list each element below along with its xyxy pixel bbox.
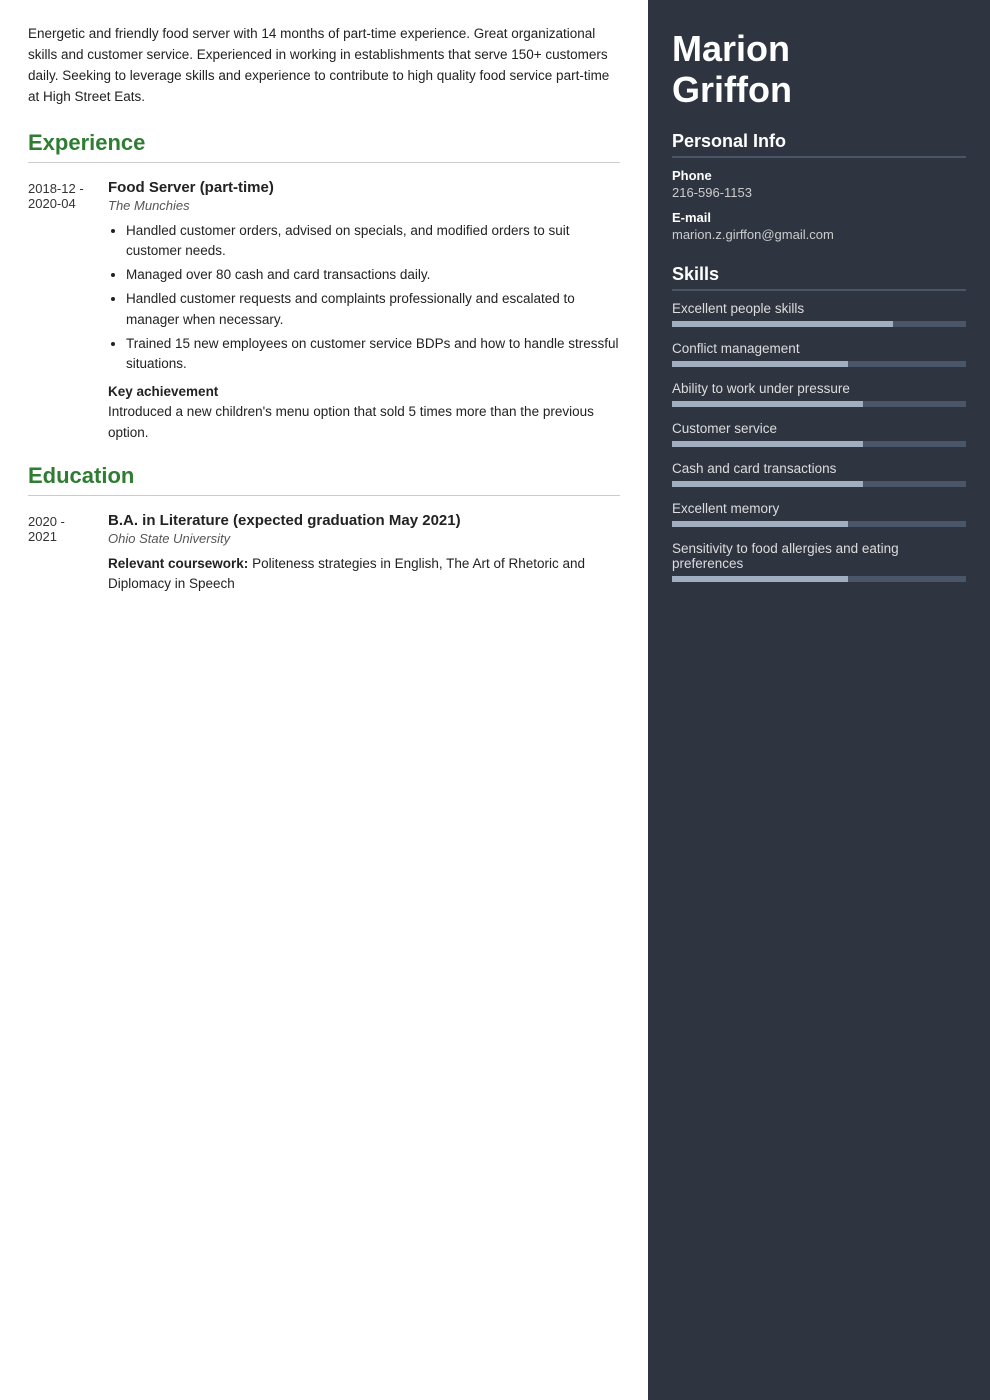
skill-item: Excellent memory <box>672 501 966 527</box>
personal-info-section-title: Personal Info <box>672 131 966 158</box>
entry-date: 2020 -2021 <box>28 512 108 595</box>
bullet-item: Trained 15 new employees on customer ser… <box>126 334 620 375</box>
education-entry: 2020 -2021 B.A. in Literature (expected … <box>28 512 620 595</box>
skill-bar-filled <box>672 441 863 447</box>
skill-bar <box>672 361 966 367</box>
email-value: marion.z.girffon@gmail.com <box>672 227 966 242</box>
skill-bar <box>672 401 966 407</box>
skill-name: Cash and card transactions <box>672 461 966 476</box>
skill-bar-empty <box>848 361 966 367</box>
skill-bar-filled <box>672 401 863 407</box>
skill-item: Cash and card transactions <box>672 461 966 487</box>
relevant-coursework: Relevant coursework: Politeness strategi… <box>108 554 620 595</box>
skill-bar <box>672 576 966 582</box>
skill-item: Conflict management <box>672 341 966 367</box>
experience-entries: 2018-12 -2020-04 Food Server (part-time)… <box>28 179 620 443</box>
education-divider <box>28 495 620 496</box>
personal-info-block: Personal Info Phone 216-596-1153 E-mail … <box>672 131 966 242</box>
experience-divider <box>28 162 620 163</box>
key-achievement-text: Introduced a new children's menu option … <box>108 402 620 443</box>
phone-label: Phone <box>672 168 966 183</box>
skills-section-title: Skills <box>672 264 966 291</box>
skills-block: Skills Excellent people skills Conflict … <box>672 264 966 582</box>
skill-bar-filled <box>672 321 893 327</box>
skill-name: Conflict management <box>672 341 966 356</box>
skill-bar-filled <box>672 521 848 527</box>
skill-bar-filled <box>672 481 863 487</box>
entry-content: B.A. in Literature (expected graduation … <box>108 512 620 595</box>
bullet-item: Handled customer orders, advised on spec… <box>126 221 620 262</box>
skills-list: Excellent people skills Conflict managem… <box>672 301 966 582</box>
bullet-item: Handled customer requests and complaints… <box>126 289 620 330</box>
summary-text: Energetic and friendly food server with … <box>28 24 620 108</box>
key-achievement-label: Key achievement <box>108 384 620 399</box>
experience-section-title: Experience <box>28 130 620 156</box>
entry-company: The Munchies <box>108 198 620 213</box>
skill-bar <box>672 441 966 447</box>
left-panel: Energetic and friendly food server with … <box>0 0 648 1400</box>
education-section-title: Education <box>28 463 620 489</box>
skill-bar-empty <box>848 521 966 527</box>
skill-bar-empty <box>848 576 966 582</box>
skill-bar-filled <box>672 361 848 367</box>
entry-title: Food Server (part-time) <box>108 179 620 196</box>
skill-bar <box>672 481 966 487</box>
institution-name: Ohio State University <box>108 531 620 546</box>
skill-bar <box>672 321 966 327</box>
skill-item: Customer service <box>672 421 966 447</box>
skill-bar-empty <box>863 481 966 487</box>
skill-name: Sensitivity to food allergies and eating… <box>672 541 966 571</box>
education-title: B.A. in Literature (expected graduation … <box>108 512 620 529</box>
skill-item: Ability to work under pressure <box>672 381 966 407</box>
phone-value: 216-596-1153 <box>672 185 966 200</box>
skill-item: Excellent people skills <box>672 301 966 327</box>
skill-name: Customer service <box>672 421 966 436</box>
skill-bar-empty <box>863 441 966 447</box>
skill-bar-empty <box>863 401 966 407</box>
skill-name: Ability to work under pressure <box>672 381 966 396</box>
skill-name: Excellent memory <box>672 501 966 516</box>
entry-bullets: Handled customer orders, advised on spec… <box>108 221 620 375</box>
skill-bar-filled <box>672 576 848 582</box>
email-label: E-mail <box>672 210 966 225</box>
candidate-name: MarionGriffon <box>672 28 966 111</box>
entry-content: Food Server (part-time) The Munchies Han… <box>108 179 620 443</box>
skill-bar-empty <box>893 321 967 327</box>
education-entries: 2020 -2021 B.A. in Literature (expected … <box>28 512 620 595</box>
right-panel: MarionGriffon Personal Info Phone 216-59… <box>648 0 990 1400</box>
entry-date: 2018-12 -2020-04 <box>28 179 108 443</box>
skill-bar <box>672 521 966 527</box>
skill-item: Sensitivity to food allergies and eating… <box>672 541 966 582</box>
bullet-item: Managed over 80 cash and card transactio… <box>126 265 620 285</box>
skill-name: Excellent people skills <box>672 301 966 316</box>
experience-entry: 2018-12 -2020-04 Food Server (part-time)… <box>28 179 620 443</box>
